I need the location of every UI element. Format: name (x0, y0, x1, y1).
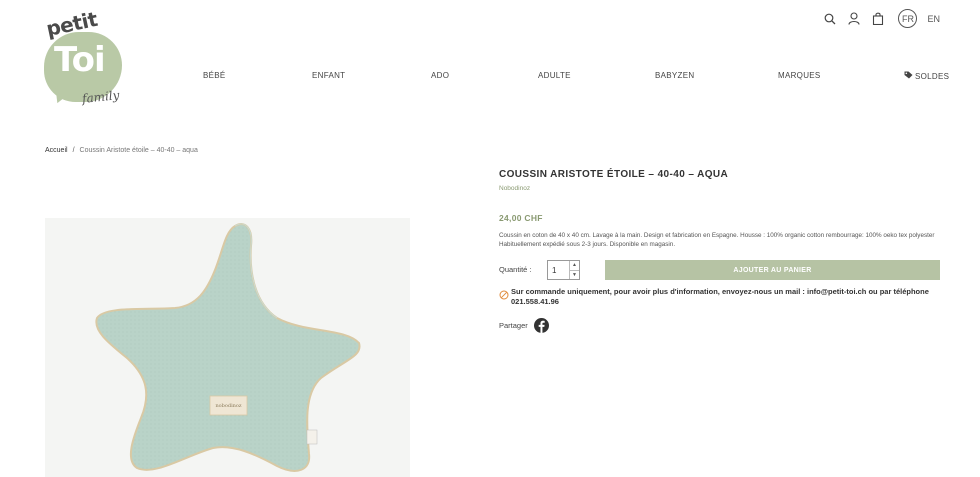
order-notice-text: Sur commande uniquement, pour avoir plus… (511, 287, 929, 306)
star-cushion-illustration: nobodinoz (95, 223, 361, 472)
product-price: 24,00 CHF (499, 213, 543, 223)
quantity-stepper[interactable]: 1 ▲ ▼ (547, 260, 580, 280)
share-label: Partager (499, 321, 528, 330)
language-fr-button[interactable]: FR (898, 9, 918, 28)
header-actions: FR EN (822, 9, 940, 28)
quantity-decrease-icon[interactable]: ▼ (570, 271, 579, 280)
product-brand[interactable]: Nobodinoz (499, 185, 940, 192)
tag-icon (904, 71, 913, 81)
nav-item-marques[interactable]: MARQUES (778, 71, 821, 80)
purchase-row: Quantité : 1 ▲ ▼ AJOUTER AU PANIER (499, 260, 940, 280)
nav-item-babyzen[interactable]: BABYZEN (655, 71, 694, 80)
nav-item-enfant[interactable]: ENFANT (312, 71, 345, 80)
breadcrumb-current: Coussin Aristote étoile – 40-40 – aqua (79, 147, 198, 154)
breadcrumb: Accueil / Coussin Aristote étoile – 40-4… (45, 147, 198, 154)
quantity-input[interactable]: 1 (548, 261, 569, 279)
facebook-icon[interactable] (533, 318, 549, 333)
site-logo[interactable]: petit Toi family (40, 7, 130, 110)
nav-item-adulte[interactable]: ADULTE (538, 71, 571, 80)
order-notice: Sur commande uniquement, pour avoir plus… (499, 287, 940, 306)
nav-item-ado[interactable]: ADO (431, 71, 449, 80)
prohibited-icon (499, 290, 509, 300)
logo-text-family: family (81, 88, 121, 106)
main-nav: BÉBÉ ENFANT ADO ADULTE BABYZEN MARQUES S… (203, 71, 949, 83)
share-row: Partager (499, 318, 549, 333)
bag-icon[interactable] (870, 10, 886, 28)
product-image[interactable]: nobodinoz (45, 218, 410, 477)
quantity-increase-icon[interactable]: ▲ (570, 261, 579, 271)
product-title: COUSSIN ARISTOTE ÉTOILE – 40-40 – AQUA (499, 169, 729, 180)
breadcrumb-home-link[interactable]: Accueil (45, 147, 68, 154)
breadcrumb-separator: / (72, 147, 75, 154)
user-icon[interactable] (846, 10, 862, 28)
product-info: COUSSIN ARISTOTE ÉTOILE – 40-40 – AQUA N… (499, 169, 940, 333)
language-en-button[interactable]: EN (927, 14, 940, 24)
add-to-cart-button[interactable]: AJOUTER AU PANIER (605, 260, 940, 280)
nav-item-soldes[interactable]: SOLDES (904, 71, 949, 81)
nav-item-soldes-label: SOLDES (915, 71, 950, 81)
search-icon[interactable] (822, 10, 838, 28)
quantity-label: Quantité : (499, 265, 532, 274)
product-description: Coussin en coton de 40 x 40 cm. Lavage à… (499, 232, 935, 248)
logo-text-toi: Toi (54, 40, 106, 80)
cushion-brand-label: nobodinoz (215, 403, 241, 409)
quantity-spinner: ▲ ▼ (569, 261, 579, 279)
nav-item-bebe[interactable]: BÉBÉ (203, 71, 226, 80)
